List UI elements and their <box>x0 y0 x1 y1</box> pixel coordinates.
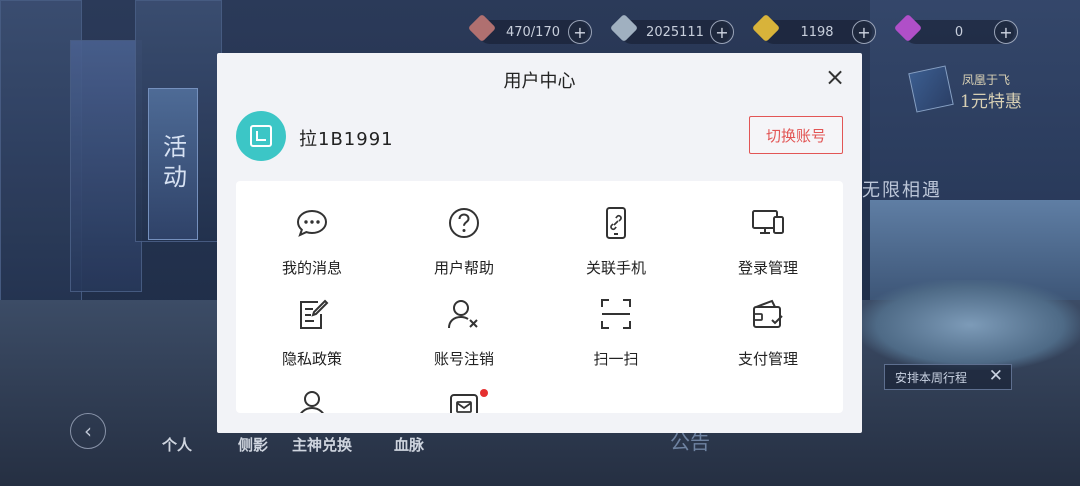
resource-stamina: 470/170 + <box>467 13 592 44</box>
phone-link-icon <box>606 207 626 239</box>
devices-icon <box>752 210 784 234</box>
wallet-icon <box>753 299 783 328</box>
nav-item-personal[interactable]: 个人 <box>162 434 192 455</box>
resource-crystal: 1198 + <box>751 13 876 44</box>
username: 拉1B1991 <box>299 129 394 150</box>
close-icon[interactable]: × <box>824 65 846 89</box>
add-button[interactable]: + <box>852 20 876 44</box>
resource-gem: 0 + <box>893 13 1018 44</box>
add-button[interactable]: + <box>568 20 592 44</box>
app-logo-icon <box>250 125 272 147</box>
help-icon <box>449 208 479 238</box>
gift-box-icon <box>908 65 954 113</box>
promo-line1: 凤凰于飞 <box>962 73 1011 87</box>
schedule-label: 安排本周行程 <box>895 370 968 385</box>
menu-item-account-delete[interactable]: 账号注销 <box>388 272 540 368</box>
switch-account-button[interactable]: 切换账号 <box>749 116 843 154</box>
menu-panel: 我的消息 用户帮助 关联手机 登录管理 隐私政策 账号注销 扫一扫 支付管理 <box>236 181 843 413</box>
dialog-title: 用户中心 <box>503 71 576 92</box>
resource-value: 1198 <box>800 24 834 40</box>
menu-item-label: 支付管理 <box>737 350 798 368</box>
nav-item-bloodline[interactable]: 血脉 <box>394 434 424 455</box>
account-delete-icon <box>448 300 478 329</box>
resource-value: 470/170 <box>505 24 560 40</box>
scan-icon <box>601 299 631 329</box>
menu-item-label: 扫一扫 <box>593 350 639 368</box>
resource-value: 0 <box>954 24 964 40</box>
menu-item-user[interactable] <box>236 363 388 413</box>
resource-coin: 2025111 + <box>609 13 734 44</box>
infinite-encounter-title[interactable]: 无限相遇 <box>862 176 942 202</box>
nav-item-silhouette[interactable]: 侧影 <box>238 434 268 455</box>
promo-banner[interactable]: 凤凰于飞 1元特惠 <box>908 65 1040 115</box>
coin-icon <box>609 13 639 43</box>
avatar <box>236 111 286 161</box>
add-button[interactable]: + <box>710 20 734 44</box>
user-icon <box>300 391 324 413</box>
activity-banner[interactable]: 活动 <box>148 88 198 240</box>
menu-item-help[interactable]: 用户帮助 <box>388 181 540 277</box>
close-icon[interactable]: ✕ <box>989 366 1003 386</box>
menu-item-login-manage[interactable]: 登录管理 <box>692 181 843 277</box>
menu-item-messages[interactable]: 我的消息 <box>236 181 388 277</box>
add-button[interactable]: + <box>994 20 1018 44</box>
plaza <box>860 280 1080 370</box>
notification-dot <box>480 389 488 397</box>
message-icon <box>296 209 328 237</box>
menu-item-payment[interactable]: 支付管理 <box>692 272 843 368</box>
user-center-dialog: 用户中心 × 拉1B1991 切换账号 我的消息 用户帮助 关联手机 登录管理 … <box>217 53 862 433</box>
schedule-banner[interactable]: 安排本周行程 ✕ <box>884 364 1012 390</box>
building <box>70 40 142 292</box>
menu-item-privacy[interactable]: 隐私政策 <box>236 272 388 368</box>
resource-value: 2025111 <box>646 24 704 40</box>
promo-line2: 1元特惠 <box>960 92 1022 112</box>
heart-icon <box>467 13 497 43</box>
back-arrow-icon[interactable]: ‹ <box>70 413 106 449</box>
menu-item-scan[interactable]: 扫一扫 <box>540 272 692 368</box>
menu-item-link-phone[interactable]: 关联手机 <box>540 181 692 277</box>
nav-item-exchange[interactable]: 主神兑换 <box>292 434 352 455</box>
menu-item-mailbox[interactable] <box>388 363 540 413</box>
crystal-icon <box>751 13 781 43</box>
mailbox-icon <box>450 394 478 413</box>
privacy-doc-icon <box>300 299 329 329</box>
